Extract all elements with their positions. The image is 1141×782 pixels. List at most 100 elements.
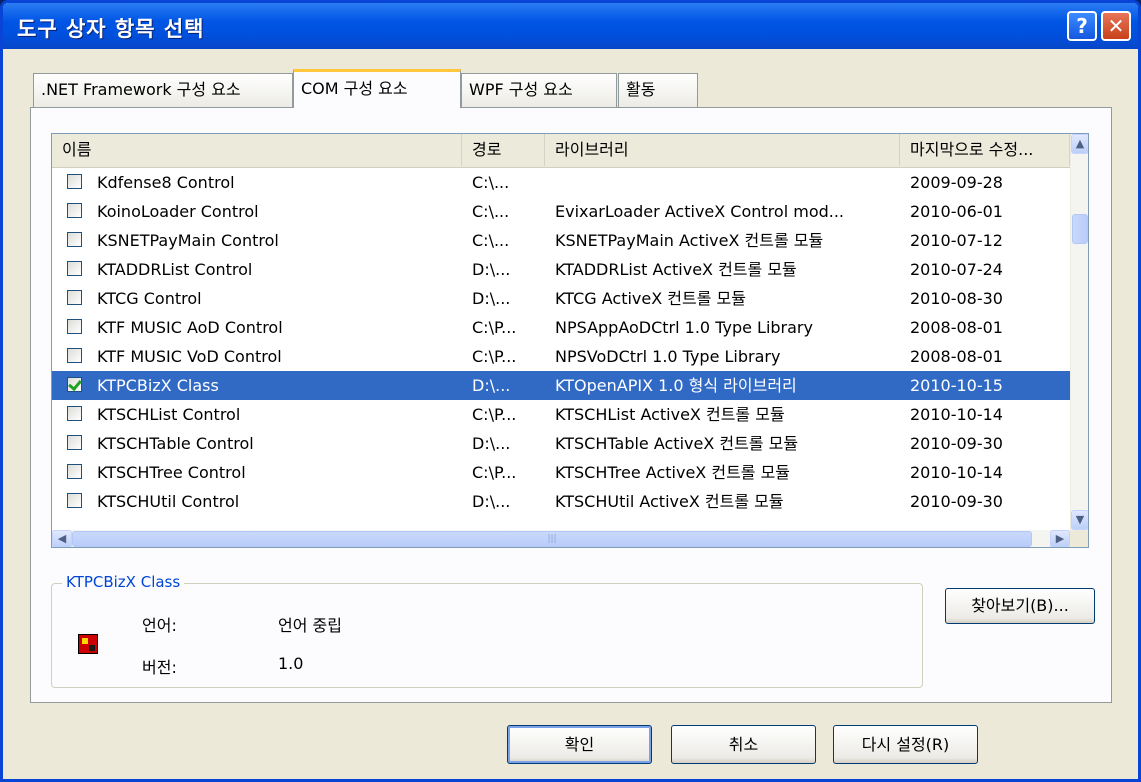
choose-toolbox-items-dialog: 도구 상자 항목 선택 ? ✕ .NET Framework 구성 요소 COM… (0, 0, 1141, 782)
help-button[interactable]: ? (1067, 11, 1097, 41)
close-button[interactable]: ✕ (1101, 11, 1131, 41)
table-row[interactable]: KTCG Control D:\... KTCG ActiveX 컨트롤 모듈 201… (52, 284, 1070, 313)
vertical-scroll-thumb[interactable] (1072, 214, 1088, 244)
column-header-name[interactable]: 이름 (52, 134, 462, 166)
row-modified-date: 2010-10-14 (910, 405, 1003, 424)
row-checkbox[interactable] (67, 290, 82, 305)
component-details-group: KTPCBizX Class 언어: 언어 중립 버전: 1.0 (51, 573, 923, 688)
row-checkbox[interactable] (67, 464, 82, 479)
table-row[interactable]: KSNETPayMain Control C:\... KSNETPayMain A… (52, 226, 1070, 255)
row-checkbox[interactable] (67, 319, 82, 334)
row-name: KTADDRList Control (97, 260, 253, 279)
scroll-left-icon[interactable]: ◀ (52, 530, 72, 547)
row-checkbox[interactable] (67, 203, 82, 218)
row-modified-date: 2008-08-01 (910, 318, 1003, 337)
row-checkbox[interactable] (67, 435, 82, 450)
tab-activities[interactable]: 활동 (618, 73, 698, 107)
row-library: NPSVoDCtrl 1.0 Type Library (555, 347, 781, 366)
title-bar[interactable]: 도구 상자 항목 선택 ? ✕ (3, 3, 1138, 49)
row-library: NPSAppAoDCtrl 1.0 Type Library (555, 318, 813, 337)
row-path: C:\P... (472, 347, 517, 366)
row-library: KSNETPayMain ActiveX 컨트롤 모듈 (555, 231, 824, 250)
scroll-right-icon[interactable]: ▶ (1050, 530, 1070, 547)
row-checkbox[interactable] (67, 493, 82, 508)
scroll-corner (1070, 530, 1088, 547)
row-library: EvixarLoader ActiveX Control mod... (555, 202, 845, 221)
component-list[interactable]: 이름 경로 라이브러리 마지막으로 수정... Kdfense8 Control… (51, 133, 1089, 548)
table-row[interactable]: KTADDRList Control D:\... KTADDRList Activ… (52, 255, 1070, 284)
row-modified-date: 2010-08-30 (910, 289, 1003, 308)
column-header-path[interactable]: 경로 (462, 134, 545, 166)
row-name: Kdfense8 Control (97, 173, 235, 192)
list-header: 이름 경로 라이브러리 마지막으로 수정... (52, 134, 1070, 168)
row-path: D:\... (472, 260, 511, 279)
language-label: 언어: (142, 616, 177, 635)
row-name: KoinoLoader Control (97, 202, 259, 221)
row-path: C:\P... (472, 405, 517, 424)
row-path: D:\... (472, 434, 511, 453)
row-name: KTF MUSIC VoD Control (97, 347, 282, 366)
row-name: KTCG Control (97, 289, 202, 308)
row-checkbox[interactable] (67, 232, 82, 247)
table-row[interactable]: KTSCHUtil Control D:\... KTSCHUtil ActiveX… (52, 487, 1070, 516)
row-name: KTSCHTable Control (97, 434, 254, 453)
table-row[interactable]: KTSCHTable Control D:\... KTSCHTable Activ… (52, 429, 1070, 458)
table-row[interactable]: Kdfense8 Control C:\... 2009-09-28 (52, 168, 1070, 197)
row-library: KTOpenAPIX 1.0 형식 라이브러리 (555, 376, 797, 395)
browse-button[interactable]: 찾아보기(B)... (945, 588, 1095, 624)
row-name: KTSCHList Control (97, 405, 241, 424)
selected-component-title: KTPCBizX Class (62, 573, 185, 591)
table-row[interactable]: KTPCBizX Class D:\... KTOpenAPIX 1.0 형식 라이… (52, 371, 1070, 400)
row-modified-date: 2010-07-24 (910, 260, 1003, 279)
row-library: KTSCHTable ActiveX 컨트롤 모듈 (555, 434, 799, 453)
scroll-up-icon[interactable]: ▲ (1071, 134, 1088, 154)
table-row[interactable]: KTF MUSIC AoD Control C:\P... NPSAppAoDCtr… (52, 313, 1070, 342)
cancel-button[interactable]: 취소 (671, 725, 816, 764)
horizontal-scroll-thumb[interactable]: ||| (72, 531, 1032, 547)
version-value: 1.0 (278, 654, 304, 673)
tab-wpf-components[interactable]: WPF 구성 요소 (461, 73, 617, 107)
row-path: C:\... (472, 202, 510, 221)
row-modified-date: 2010-06-01 (910, 202, 1003, 221)
row-checkbox[interactable] (67, 406, 82, 421)
row-checkbox[interactable] (67, 174, 82, 189)
row-modified-date: 2008-08-01 (910, 347, 1003, 366)
column-header-modified[interactable]: 마지막으로 수정... (900, 134, 1070, 166)
reset-button[interactable]: 다시 설정(R) (833, 725, 978, 764)
row-library: KTCG ActiveX 컨트롤 모듈 (555, 289, 746, 308)
row-library (555, 168, 895, 197)
table-row[interactable]: KTF MUSIC VoD Control C:\P... NPSVoDCtrl 1… (52, 342, 1070, 371)
row-checkbox[interactable] (67, 348, 82, 363)
ok-button[interactable]: 확인 (507, 725, 652, 764)
row-modified-date: 2010-10-14 (910, 463, 1003, 482)
row-library: KTADDRList ActiveX 컨트롤 모듈 (555, 260, 797, 279)
table-row[interactable]: KTSCHList Control C:\P... KTSCHList Active… (52, 400, 1070, 429)
row-modified-date: 2010-10-15 (910, 376, 1003, 395)
row-checkbox[interactable] (67, 261, 82, 276)
tab-panel: 이름 경로 라이브러리 마지막으로 수정... Kdfense8 Control… (30, 107, 1112, 703)
row-path: D:\... (472, 289, 511, 308)
tab-net-framework[interactable]: .NET Framework 구성 요소 (33, 73, 293, 107)
row-name: KSNETPayMain Control (97, 231, 279, 250)
row-path: D:\... (472, 492, 511, 511)
row-checkbox[interactable] (67, 377, 82, 392)
row-name: KTPCBizX Class (97, 376, 219, 395)
row-path: C:\P... (472, 318, 517, 337)
vertical-scrollbar[interactable]: ▲ ▼ (1070, 134, 1088, 530)
component-icon (78, 634, 98, 654)
row-modified-date: 2010-07-12 (910, 231, 1003, 250)
table-row[interactable]: KoinoLoader Control C:\... EvixarLoader Ac… (52, 197, 1070, 226)
row-modified-date: 2010-09-30 (910, 492, 1003, 511)
version-label: 버전: (142, 658, 177, 677)
horizontal-scrollbar[interactable]: ◀ ||| ▶ (52, 530, 1070, 547)
column-header-library[interactable]: 라이브러리 (545, 134, 900, 166)
row-path: C:\... (472, 173, 510, 192)
row-modified-date: 2010-09-30 (910, 434, 1003, 453)
row-name: KTSCHTree Control (97, 463, 246, 482)
row-name: KTSCHUtil Control (97, 492, 240, 511)
row-library: KTSCHList ActiveX 컨트롤 모듈 (555, 405, 785, 424)
tab-com-components[interactable]: COM 구성 요소 (293, 69, 461, 108)
list-rows: Kdfense8 Control C:\... 2009-09-28 KoinoLoa… (52, 168, 1070, 530)
scroll-down-icon[interactable]: ▼ (1071, 510, 1088, 530)
table-row[interactable]: KTSCHTree Control C:\P... KTSCHTree Active… (52, 458, 1070, 487)
